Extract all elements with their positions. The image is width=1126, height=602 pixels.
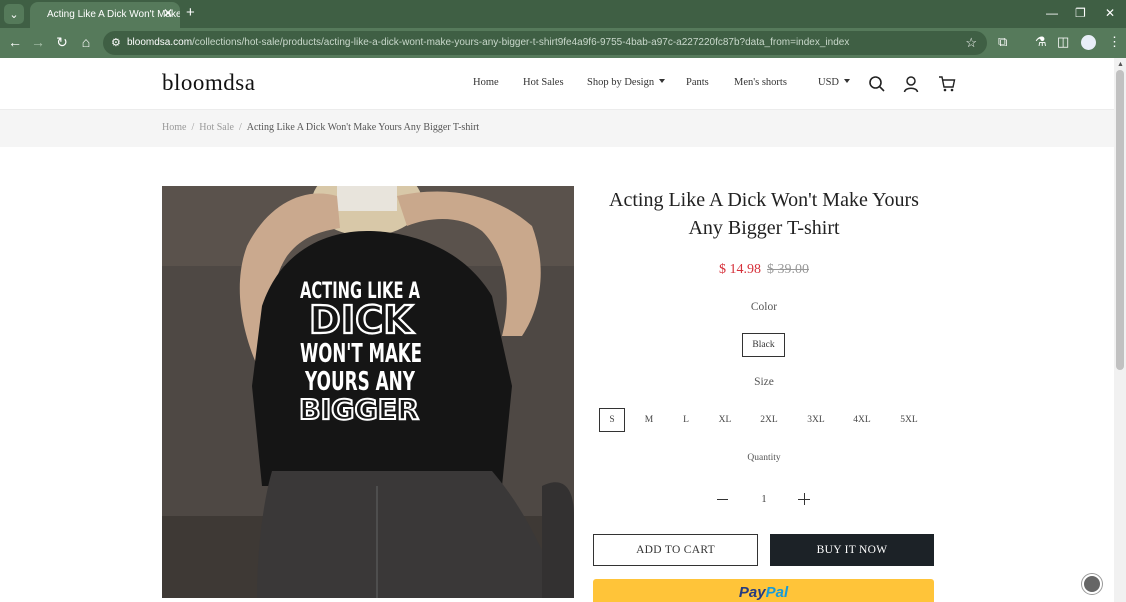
url-domain: bloomdsa.com [127,37,193,48]
browser-tab[interactable]: Acting Like A Dick Won't Make [30,2,180,28]
breadcrumb-separator: / [191,122,195,133]
scroll-up-icon[interactable]: ▲ [1117,61,1124,68]
quantity-decrease-icon[interactable] [717,499,728,500]
paypal-logo-pay: Pay [738,584,766,601]
lab-flask-icon[interactable]: ⚗ [1035,34,1047,50]
browser-menu-icon[interactable]: ⋮ [1108,34,1121,50]
window-close-icon[interactable]: ✕ [1105,6,1115,20]
bookmark-star-icon[interactable]: ☆ [965,35,977,51]
nav-pants[interactable]: Pants [686,77,709,88]
breadcrumb-separator: / [238,122,242,133]
paypal-logo-pal: Pal [765,584,789,601]
browser-tab-strip: ⌄ Acting Like A Dick Won't Make ✕ + — ❐ … [0,0,1126,28]
reload-icon[interactable]: ↻ [53,34,71,51]
size-option-xl[interactable]: XL [712,408,738,432]
breadcrumb: Home / Hot Sale / Acting Like A Dick Won't M… [162,122,479,133]
back-icon[interactable]: ← [6,34,24,50]
nav-mens-shorts[interactable]: Men's shorts [734,77,787,88]
size-option-s[interactable]: S [599,408,625,432]
size-option-m[interactable]: M [638,408,660,432]
add-to-cart-button[interactable]: ADD TO CART [593,534,758,566]
product-price: $ 14.98 $ 39.00 [594,262,934,278]
paypal-logo: PayPal [739,584,788,601]
site-logo[interactable]: bloomdsa [162,70,255,96]
page-scrollbar[interactable]: ▲ [1114,58,1126,602]
scrollbar-thumb[interactable] [1116,70,1124,370]
size-option-2xl[interactable]: 2XL [754,408,784,432]
currency-label: USD [818,77,840,88]
size-option-4xl[interactable]: 4XL [847,408,877,432]
caret-down-icon [844,79,851,83]
cart-icon[interactable] [938,75,956,93]
forward-icon[interactable]: → [29,34,47,50]
account-icon[interactable] [902,75,920,93]
site-header: bloomdsa Home Hot Sales Shop by Design P… [0,58,1114,110]
size-option-3xl[interactable]: 3XL [801,408,831,432]
tab-search-chevron-icon[interactable]: ⌄ [4,4,24,24]
nav-hot-sales[interactable]: Hot Sales [523,77,564,88]
breadcrumb-current: Acting Like A Dick Won't Make Yours Any … [246,122,480,133]
side-panel-icon[interactable]: ◫ [1057,34,1069,50]
shirt-print-line-3: WON'T MAKE [300,339,422,369]
color-option-black[interactable]: Black [742,333,785,357]
size-option-5xl[interactable]: 5XL [894,408,924,432]
breadcrumb-home[interactable]: Home [162,122,186,133]
quantity-increase-icon[interactable] [798,493,810,505]
size-label: Size [754,376,774,388]
nav-shop-by-design[interactable]: Shop by Design [587,77,666,88]
sale-price: $ 14.98 [719,262,761,277]
profile-avatar-icon[interactable] [1081,35,1096,50]
caret-down-icon [659,79,666,83]
minimize-icon[interactable]: — [1046,6,1058,20]
product-photo: ACTING LIKE A DICK WON'T MAKE YOURS ANY … [162,186,574,598]
buy-it-now-button[interactable]: BUY IT NOW [770,534,934,566]
tab-close-icon[interactable]: ✕ [163,6,173,20]
address-bar[interactable]: ⚙ bloomdsa.com/collections/hot-sale/prod… [103,31,987,55]
compare-at-price: $ 39.00 [767,262,809,277]
currency-selector[interactable]: USD [818,77,851,88]
color-label: Color [750,301,778,313]
product-title: Acting Like A Dick Won't Make Yours Any … [609,189,919,239]
nav-home[interactable]: Home [473,77,499,88]
restore-icon[interactable]: ❐ [1075,6,1086,20]
breadcrumb-bar: Home / Hot Sale / Acting Like A Dick Won't M… [0,110,1114,147]
paypal-button[interactable]: PayPal [593,579,934,602]
shirt-print-line-5: BIGGER [299,393,419,426]
quantity-input[interactable]: 1 [758,494,770,505]
site-info-icon[interactable]: ⚙ [111,36,121,49]
size-option-l[interactable]: L [675,408,697,432]
browser-toolbar: ← → ↻ ⌂ ⚙ bloomdsa.com/collections/hot-s… [0,28,1126,58]
new-tab-icon[interactable]: + [186,4,195,21]
extensions-icon[interactable]: ⧉ [998,34,1007,50]
search-icon[interactable] [868,75,886,93]
url-text[interactable]: bloomdsa.com/collections/hot-sale/produc… [127,37,849,48]
shirt-print-line-2: DICK [309,298,415,342]
nav-shop-by-design-label: Shop by Design [587,77,655,88]
tab-title: Acting Like A Dick Won't Make [47,9,180,20]
home-icon[interactable]: ⌂ [77,34,95,50]
quantity-label: Quantity [747,453,781,463]
breadcrumb-hot-sale[interactable]: Hot Sale [199,122,234,133]
url-path: /collections/hot-sale/products/acting-li… [192,37,850,48]
product-image[interactable]: ACTING LIKE A DICK WON'T MAKE YOURS ANY … [162,186,574,598]
chat-widget-icon[interactable] [1082,574,1102,594]
